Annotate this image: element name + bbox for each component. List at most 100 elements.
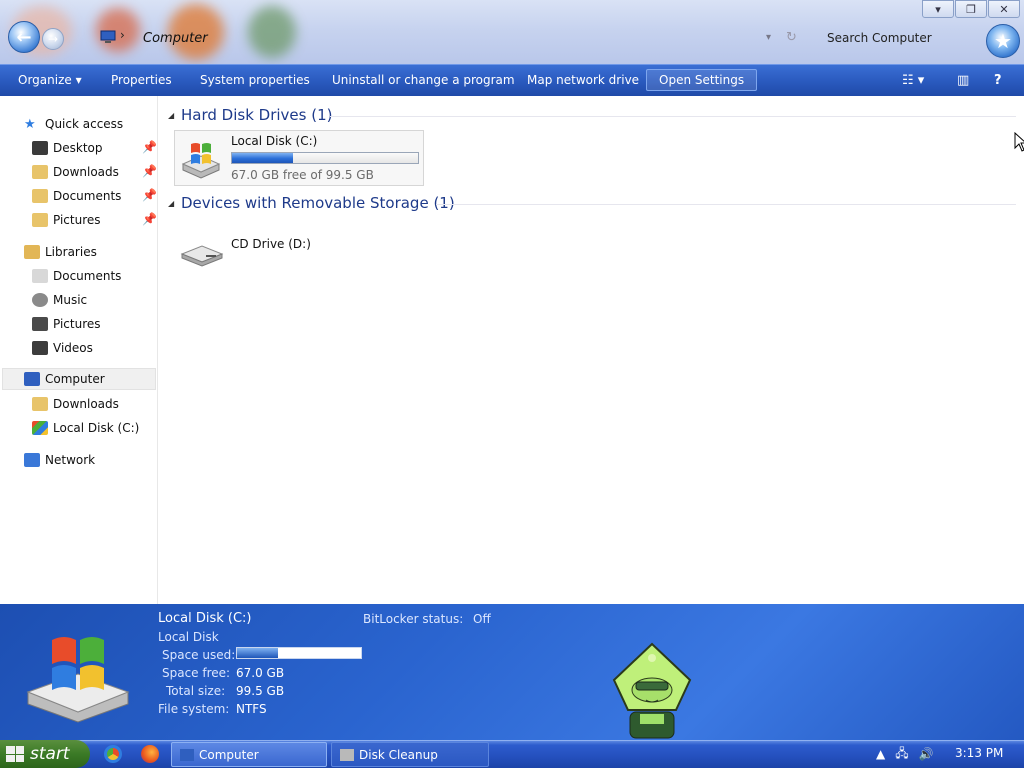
view-options-icon[interactable]: ☷ ▾ [902,73,924,88]
show-hidden-icons-icon[interactable]: ▲ [876,747,885,761]
documents-library-icon [32,269,48,283]
collapse-group-icon[interactable]: ◢ [168,199,174,208]
space-free-label: Space free: [162,666,231,680]
system-tray: ▲ 🖧 🔊 [876,740,944,768]
maximize-button[interactable]: ❐ [955,0,987,18]
search-button[interactable]: ★ [986,24,1020,58]
sidebar-item-network[interactable]: Network [24,449,95,471]
preview-pane-icon[interactable]: ▥ [957,73,969,88]
sidebar-item-label: Music [53,293,88,307]
collapse-group-icon[interactable]: ◢ [168,111,174,120]
start-button[interactable]: start [0,740,90,768]
network-tray-icon[interactable]: 🖧 [895,744,908,765]
uninstall-program-button[interactable]: Uninstall or change a program [332,73,515,87]
music-icon [32,293,48,307]
sidebar-item-library-pictures[interactable]: Pictures [32,313,101,335]
back-button[interactable]: ← [8,21,40,53]
pin-icon[interactable]: 📌 [142,164,157,178]
sidebar-item-label: Computer [45,372,105,386]
arrow-right-icon: → [47,32,59,46]
sidebar-item-computer[interactable]: Computer [2,368,156,390]
search-input[interactable]: Search Computer [827,31,932,45]
sidebar-item-label: Network [45,453,96,467]
sidebar-item-pictures[interactable]: Pictures [32,209,101,231]
disk-cleanup-icon [340,748,354,761]
sidebar-item-label: Documents [53,269,122,283]
computer-icon [100,30,116,43]
group-heading-removable-storage[interactable]: Devices with Removable Storage (1) [181,194,455,212]
space-free-value: 67.0 GB [236,666,285,680]
pin-icon[interactable]: 📌 [142,188,157,202]
character-illustration [612,642,692,739]
window-controls: ▾ ❐ ✕ [922,0,1020,18]
map-network-drive-button[interactable]: Map network drive [527,73,639,87]
pictures-folder-icon [32,213,48,227]
file-system-label: File system: [158,702,230,716]
taskbar-button-label: Computer [199,747,259,762]
sidebar-item-label: Documents [53,189,122,203]
sidebar-item-documents[interactable]: Documents [32,185,121,207]
desktop-icon [32,141,48,155]
taskbar-button-computer[interactable]: Computer [171,742,327,767]
windows-drive-icon [181,143,221,179]
total-size-label: Total size: [166,684,226,698]
windows-logo-icon [6,746,24,762]
downloads-folder-icon [32,397,48,411]
start-label: start [30,744,70,764]
pin-icon[interactable]: 📌 [142,212,157,226]
network-icon [24,453,40,467]
help-button[interactable]: ? [994,73,1002,88]
documents-folder-icon [32,189,48,203]
group-divider [330,116,1016,117]
cd-drive-icon[interactable] [180,238,224,268]
star-icon: ★ [994,29,1012,53]
breadcrumb-chevron-icon[interactable]: › [120,28,125,42]
forward-button[interactable]: → [42,28,64,50]
pin-icon[interactable]: 📌 [142,140,157,154]
sidebar-item-local-disk[interactable]: Local Disk (C:) [32,417,139,439]
sidebar-item-library-documents[interactable]: Documents [32,265,121,287]
libraries-icon [24,245,40,259]
firefox-icon[interactable] [141,745,159,763]
sidebar-item-computer-downloads[interactable]: Downloads [32,393,119,415]
star-icon: ★ [24,117,36,132]
volume-icon[interactable]: 🔊 [919,747,934,761]
group-heading-hard-disk-drives[interactable]: Hard Disk Drives (1) [181,106,332,124]
refresh-icon[interactable]: ↻ [786,30,797,45]
sidebar-item-label: Downloads [53,397,119,411]
address-bar-location[interactable]: Computer [143,31,208,46]
organize-button[interactable]: Organize ▾ [18,73,82,87]
local-disk-usage-bar [231,152,419,164]
sidebar-item-desktop[interactable]: Desktop [32,137,103,159]
local-disk-name: Local Disk (C:) [231,134,318,148]
properties-button[interactable]: Properties [111,73,172,87]
sidebar-item-videos[interactable]: Videos [32,337,93,359]
arrow-left-icon: ← [16,26,32,48]
computer-icon [180,748,194,761]
details-pane [0,604,1024,740]
sidebar-item-downloads[interactable]: Downloads [32,161,119,183]
chrome-icon[interactable] [104,745,122,763]
taskbar-button-label: Disk Cleanup [359,747,438,762]
taskbar-button-disk-cleanup[interactable]: Disk Cleanup [331,742,489,767]
sidebar-item-libraries[interactable]: Libraries [24,241,97,263]
system-properties-button[interactable]: System properties [200,73,310,87]
cd-drive-name[interactable]: CD Drive (D:) [231,237,311,251]
sidebar-item-music[interactable]: Music [32,289,87,311]
sidebar-item-label: Libraries [45,245,97,259]
address-dropdown-icon[interactable]: ▾ [766,32,771,43]
downloads-folder-icon [32,165,48,179]
sidebar-item-label: Videos [53,341,93,355]
bitlocker-label: BitLocker status: [363,612,464,626]
details-title: Local Disk (C:) [158,611,252,626]
usage-bar-fill [237,648,278,658]
close-button[interactable]: ✕ [988,0,1020,18]
pictures-library-icon [32,317,48,331]
minimize-button[interactable]: ▾ [922,0,954,18]
file-system-value: NTFS [236,702,267,716]
windows-drive-large-icon [26,637,130,723]
sidebar-item-quick-access[interactable]: ★ Quick access [24,113,123,135]
details-usage-bar [236,647,362,659]
open-settings-button[interactable]: Open Settings [646,69,758,91]
clock[interactable]: 3:13 PM [955,746,1003,760]
